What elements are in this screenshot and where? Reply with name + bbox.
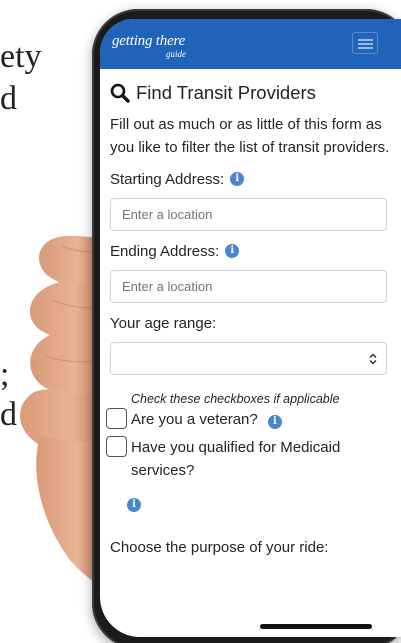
ending-address-label: Ending Address: (110, 242, 220, 260)
chevron-up-down-icon (369, 353, 377, 365)
starting-address-input[interactable] (110, 198, 387, 231)
medicaid-checkbox[interactable] (106, 436, 127, 457)
info-icon[interactable]: i (127, 498, 141, 512)
ending-address-input[interactable] (110, 270, 387, 303)
page-title: Find Transit Providers (136, 82, 316, 103)
background-text-fragment: ; (0, 356, 10, 393)
phone-screen: getting there guide Find Transit Provide… (100, 19, 401, 637)
checkbox-hint-text: Check these checkboxes if applicable (131, 392, 340, 406)
age-range-label: Your age range: (110, 314, 217, 332)
navbar: getting there guide (100, 19, 401, 69)
ride-purpose-label: Choose the purpose of your ride: (110, 539, 329, 556)
info-icon[interactable]: i (230, 172, 245, 186)
info-icon[interactable]: i (267, 415, 282, 429)
medicaid-info-row: i (127, 494, 390, 512)
veteran-label-text: Are you a veteran? (131, 411, 258, 428)
transit-search-form: Find Transit Providers Fill out as much … (106, 81, 390, 556)
age-range-label-row: Your age range: (110, 312, 390, 334)
home-indicator (260, 624, 372, 629)
medicaid-checkbox-label: Have you qualified for Medicaid services… (131, 439, 341, 479)
veteran-checkbox-label: Are you a veteran? i (131, 408, 282, 431)
ending-address-label-row: Ending Address: i (110, 240, 390, 262)
logo-subtext: guide (166, 49, 186, 59)
page-title-row: Find Transit Providers (110, 81, 390, 105)
background-text-fragment: ety (0, 38, 42, 75)
hamburger-menu-icon[interactable] (352, 32, 378, 54)
logo[interactable]: getting there (112, 33, 185, 50)
age-range-select[interactable] (110, 342, 387, 375)
starting-address-label-row: Starting Address: i (110, 168, 390, 190)
background-text-fragment: d (0, 80, 17, 117)
background-text-fragment: d (0, 396, 17, 433)
search-icon (110, 83, 130, 103)
veteran-checkbox[interactable] (106, 408, 127, 429)
info-icon[interactable]: i (225, 244, 240, 258)
veteran-checkbox-row: Are you a veteran? i (106, 408, 390, 431)
starting-address-label: Starting Address: (110, 170, 225, 188)
form-intro-text: Fill out as much or as little of this fo… (110, 116, 390, 156)
medicaid-checkbox-row: Have you qualified for Medicaid services… (106, 436, 390, 482)
